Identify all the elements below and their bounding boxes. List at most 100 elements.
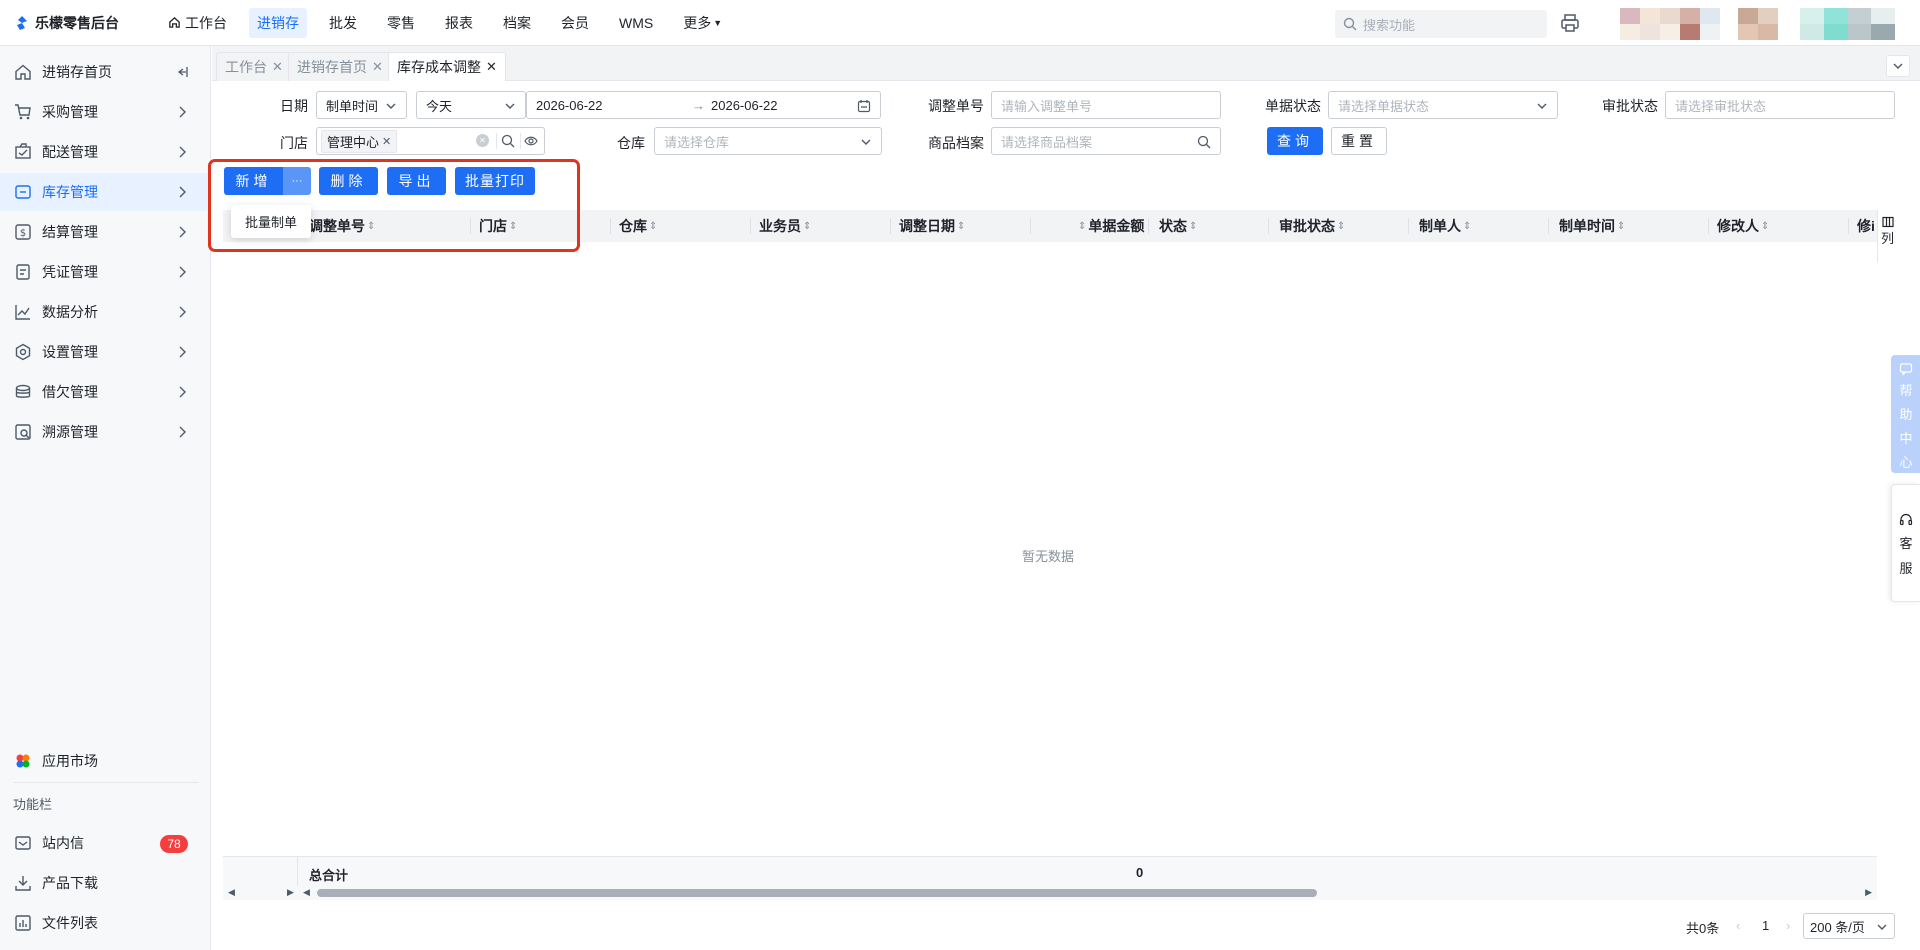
tab-inventory-home[interactable]: 进销存首页 ✕ [288, 52, 392, 81]
warehouse-select[interactable]: 请选择仓库 [654, 127, 882, 155]
sidebar-item-delivery[interactable]: 配送管理 [0, 133, 211, 171]
nav-archive[interactable]: 档案 [495, 8, 539, 38]
sidebar-item-debt[interactable]: 借欠管理 [0, 373, 211, 411]
tab-workbench[interactable]: 工作台 ✕ [216, 52, 292, 81]
date-end[interactable]: 2026-06-22 [711, 98, 778, 113]
pagination-page[interactable]: 1 [1762, 918, 1769, 933]
sidebar-item-inventory[interactable]: 库存管理 [0, 173, 211, 211]
nav-workbench[interactable]: 工作台 [160, 8, 235, 38]
page-size-select[interactable]: 200 条/页 [1803, 913, 1895, 939]
nav-wms[interactable]: WMS [611, 10, 661, 36]
blurred-avatar-2[interactable] [1738, 8, 1778, 40]
nav-wholesale[interactable]: 批发 [321, 8, 365, 38]
scrollbar-thumb[interactable] [317, 889, 1317, 897]
blurred-avatar[interactable] [1620, 8, 1720, 40]
sort-icon[interactable]: ⇕ [1617, 221, 1625, 232]
brand[interactable]: 乐檬零售后台 [0, 13, 160, 33]
column-adjust-date[interactable]: 调整日期 ⇕ [899, 210, 965, 242]
sort-icon[interactable]: ⇕ [1337, 221, 1345, 232]
column-approval-status[interactable]: 审批状态 ⇕ [1279, 210, 1345, 242]
scroll-left-icon[interactable]: ◀ [303, 887, 310, 898]
column-status[interactable]: 状态 ⇕ [1159, 210, 1197, 242]
sidebar-item-messages[interactable]: 站内信 78 [0, 824, 211, 862]
nav-retail[interactable]: 零售 [379, 8, 423, 38]
settlement-icon: $ [14, 223, 32, 241]
sidebar-item-data-analysis[interactable]: 数据分析 [0, 293, 211, 331]
column-separator [890, 218, 891, 234]
column-settings-button[interactable]: 列 [1877, 210, 1897, 262]
cart-icon [14, 103, 32, 121]
printer-icon[interactable] [1560, 13, 1580, 33]
sort-icon[interactable]: ⇕ [1189, 221, 1197, 232]
sidebar-item-inventory-home[interactable]: 进销存首页 [0, 53, 211, 91]
column-modifier[interactable]: 修改人 ⇕ [1717, 210, 1769, 242]
home-icon [14, 63, 32, 81]
reset-button[interactable]: 重置 [1331, 127, 1387, 155]
date-type-select[interactable]: 制单时间 [316, 91, 407, 119]
search-icon[interactable] [501, 134, 515, 148]
nav-more[interactable]: 更多 ▼ [675, 8, 730, 38]
close-icon[interactable]: ✕ [372, 59, 383, 75]
nav-reports[interactable]: 报表 [437, 8, 481, 38]
column-salesperson[interactable]: 业务员 ⇕ [759, 210, 811, 242]
annotation-highlight [208, 159, 580, 252]
total-amount: 0 [1136, 865, 1144, 880]
chevron-right-icon [179, 346, 186, 358]
sort-icon[interactable]: ⇕ [1463, 221, 1471, 232]
horizontal-scrollbar[interactable]: ◀ ▶ ◀ ▶ [223, 886, 1877, 900]
date-range-picker[interactable]: 2026-06-22 → 2026-06-22 [526, 91, 881, 119]
customer-service-button[interactable]: 客 服 [1891, 484, 1920, 602]
sort-icon[interactable]: ⇕ [1078, 221, 1086, 232]
scroll-right-icon[interactable]: ▶ [1865, 887, 1872, 898]
prev-page-icon[interactable]: ‹ [1736, 918, 1740, 933]
collapse-sidebar-icon[interactable] [175, 65, 189, 79]
voucher-icon [14, 263, 32, 281]
scroll-left-icon[interactable]: ◀ [228, 887, 235, 898]
close-icon[interactable]: ✕ [382, 135, 391, 148]
column-create-time[interactable]: 制单时间 ⇕ [1559, 210, 1625, 242]
search-icon[interactable] [1197, 135, 1211, 149]
column-warehouse[interactable]: 仓库 ⇕ [619, 210, 657, 242]
chevron-right-icon [179, 386, 186, 398]
eye-icon[interactable] [524, 135, 538, 147]
close-icon[interactable]: ✕ [486, 59, 497, 75]
nav-member[interactable]: 会员 [553, 8, 597, 38]
sort-icon[interactable]: ⇕ [803, 221, 811, 232]
column-amount[interactable]: ⇕ 单据金额 [1076, 210, 1144, 242]
doc-status-select[interactable]: 请选择单据状态 [1328, 91, 1558, 119]
tabs-dropdown-button[interactable] [1886, 55, 1910, 77]
sidebar-item-settings[interactable]: 设置管理 [0, 333, 211, 371]
store-label: 门店 [280, 135, 308, 151]
nav-inventory[interactable]: 进销存 [249, 7, 307, 38]
chevron-down-icon [505, 103, 515, 109]
sidebar-app-market[interactable]: 应用市场 [0, 742, 211, 780]
adjust-no-input[interactable]: 请输入调整单号 [991, 91, 1221, 119]
product-select[interactable]: 请选择商品档案 [991, 127, 1221, 155]
sidebar-item-file-list[interactable]: 文件列表 [0, 904, 211, 942]
store-select[interactable]: 管理中心 ✕ ✕ [316, 127, 545, 155]
close-icon[interactable]: ✕ [272, 59, 283, 75]
sidebar-item-trace[interactable]: 溯源管理 [0, 413, 211, 451]
approval-status-select[interactable]: 请选择审批状态 [1665, 91, 1895, 119]
blurred-avatar-3[interactable] [1800, 8, 1895, 40]
scroll-right-icon[interactable]: ▶ [287, 887, 294, 898]
date-range-select[interactable]: 今天 [416, 91, 526, 119]
sidebar-item-downloads[interactable]: 产品下载 [0, 864, 211, 902]
sort-icon[interactable]: ⇕ [957, 221, 965, 232]
sort-icon[interactable]: ⇕ [1761, 221, 1769, 232]
next-page-icon[interactable]: › [1786, 918, 1790, 933]
calendar-icon[interactable] [857, 99, 871, 113]
sort-icon[interactable]: ⇕ [649, 221, 657, 232]
sidebar-item-settlement[interactable]: $ 结算管理 [0, 213, 211, 251]
function-search-input[interactable]: 搜索功能 [1335, 10, 1547, 38]
store-chip: 管理中心 ✕ [321, 129, 398, 153]
query-button[interactable]: 查询 [1267, 127, 1323, 155]
help-center-button[interactable]: 帮 助 中 心 [1891, 355, 1920, 473]
sidebar-item-purchase[interactable]: 采购管理 [0, 93, 211, 131]
tab-cost-adjustment[interactable]: 库存成本调整 ✕ [388, 52, 506, 81]
clear-icon[interactable]: ✕ [476, 134, 489, 147]
date-start[interactable]: 2026-06-22 [536, 98, 603, 113]
column-modify-time[interactable]: 修i [1857, 210, 1875, 242]
sidebar-item-voucher[interactable]: 凭证管理 [0, 253, 211, 291]
column-creator[interactable]: 制单人 ⇕ [1419, 210, 1471, 242]
